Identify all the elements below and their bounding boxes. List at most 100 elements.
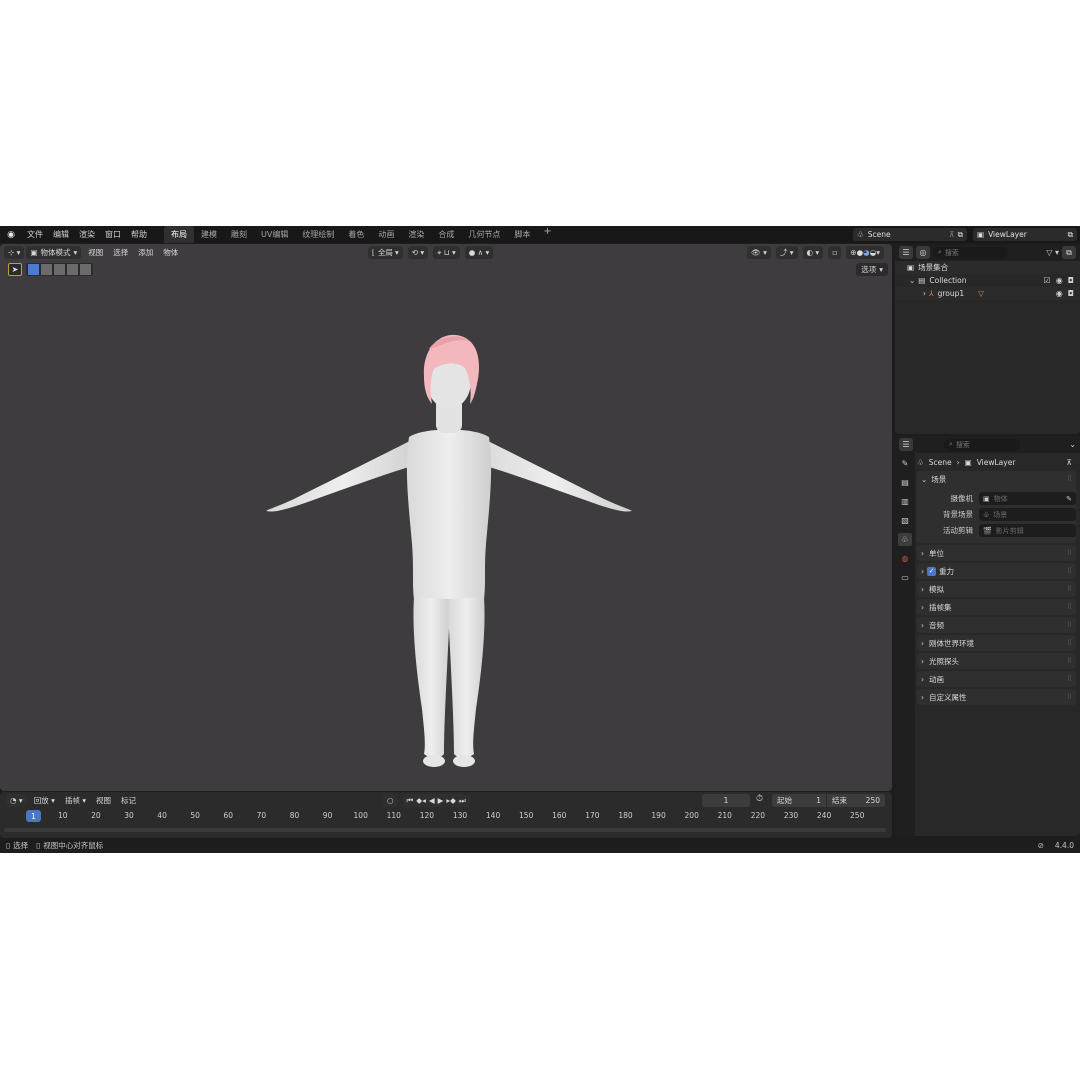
timeline-scrollbar[interactable] (4, 828, 886, 832)
select-subtract-icon[interactable] (54, 264, 65, 275)
editor-type-icon[interactable]: ⊹ ▾ (4, 246, 25, 259)
scene-tab-icon[interactable]: ♧ (898, 533, 912, 546)
select-extend-icon[interactable] (41, 264, 52, 275)
world-tab-icon[interactable]: ◍ (898, 552, 912, 565)
drag-handle-icon[interactable]: ⠿ (1067, 585, 1072, 593)
end-frame-field[interactable]: 结束 250 (827, 794, 885, 807)
view-layer-tab-icon[interactable]: ▧ (898, 514, 912, 527)
tree-item-group1[interactable]: › ⅄ group1 ▽ ◉ ◘ (895, 287, 1080, 300)
menu-render[interactable]: 渲染 (74, 226, 100, 243)
background-scene-field[interactable]: ♧ 场景 (979, 508, 1076, 521)
new-collection-icon[interactable]: ⧉ (1062, 246, 1076, 259)
next-keyframe-icon[interactable]: ▸◆ (446, 796, 456, 805)
scene-panel-header[interactable]: ⌄ 场景 ⠿ (917, 471, 1076, 487)
tab-animation[interactable]: 动画 (371, 226, 401, 243)
tab-texture-paint[interactable]: 纹理绘制 (295, 226, 341, 243)
collection-tab-icon[interactable]: ▭ (898, 571, 912, 584)
tree-item-collection[interactable]: ⌄ ▤ Collection ☑ ◉ ◘ (895, 274, 1080, 287)
xray-toggle[interactable]: ▫ (828, 246, 842, 259)
start-frame-field[interactable]: 起始 1 (772, 794, 826, 807)
drag-handle-icon[interactable]: ⠿ (1067, 693, 1072, 701)
menu-keying[interactable]: 插帧 ▾ (60, 795, 91, 806)
menu-edit[interactable]: 编辑 (48, 226, 74, 243)
editor-type-icon[interactable]: ☰ (899, 438, 913, 451)
tab-layout[interactable]: 布局 (164, 226, 194, 243)
add-workspace-icon[interactable]: + (537, 226, 557, 243)
play-icon[interactable]: ▶ (438, 796, 444, 805)
menu-marker[interactable]: 标记 (116, 795, 141, 806)
tab-uv-editing[interactable]: UV编辑 (254, 226, 295, 243)
filter-icon[interactable]: ▽ ▾ (1046, 248, 1059, 257)
outliner-search[interactable]: ⌕ 搜索 (933, 246, 1008, 259)
select-tool-icon[interactable]: ➤ (8, 263, 22, 276)
tree-item-scene-collection[interactable]: ▣ 场景集合 (895, 261, 1080, 274)
scene-selector[interactable]: ♧ Scene ⊼ ⧉ (853, 228, 967, 241)
camera-field[interactable]: ▣ 物体 ✎ (979, 492, 1076, 505)
active-clip-field[interactable]: 🎬 影片剪辑 (979, 524, 1076, 537)
snap-toggle[interactable]: ⌖ ⊔ ▾ (433, 246, 460, 259)
chevron-down-icon[interactable]: ⌄ (1069, 440, 1076, 449)
3d-viewport[interactable]: ⊹ ▾ ▣ 物体模式 ▾ 视图 选择 添加 物体 ⌊ 全局 ▾ ⟲ ▾ ⌖ ⊔ … (0, 244, 892, 791)
render-tab-icon[interactable]: ▤ (898, 476, 912, 489)
drag-handle-icon[interactable]: ⠿ (1067, 675, 1072, 683)
rigid-body-world-panel[interactable]: › 刚体世界环境 ⠿ (917, 635, 1076, 651)
drag-handle-icon[interactable]: ⠿ (1067, 603, 1072, 611)
menu-add[interactable]: 添加 (133, 247, 158, 258)
pin-icon[interactable]: ⊼ (1067, 458, 1073, 467)
tab-sculpting[interactable]: 雕刻 (224, 226, 254, 243)
light-probes-panel[interactable]: › 光照探头 ⠿ (917, 653, 1076, 669)
tab-shading[interactable]: 着色 (341, 226, 371, 243)
simulation-panel[interactable]: › 模拟 ⠿ (917, 581, 1076, 597)
gravity-panel[interactable]: › ✓ 重力 ⠿ (917, 563, 1076, 579)
eyedropper-icon[interactable]: ✎ (1066, 495, 1072, 503)
display-mode-icon[interactable]: ◎ (916, 246, 930, 259)
select-intersect-icon[interactable] (80, 264, 91, 275)
drag-handle-icon[interactable]: ⠿ (1067, 567, 1072, 575)
tab-modeling[interactable]: 建模 (194, 226, 224, 243)
menu-playback[interactable]: 回放 ▾ (29, 795, 60, 806)
editor-type-icon[interactable]: ☰ (899, 246, 913, 259)
select-new-icon[interactable] (28, 264, 39, 275)
new-scene-icon[interactable]: ⧉ (958, 230, 963, 240)
jump-start-icon[interactable]: ⏮ (407, 796, 414, 806)
properties-search[interactable]: ⌕ 搜索 (944, 438, 1020, 451)
keying-sets-panel[interactable]: › 插帧集 ⠿ (917, 599, 1076, 615)
shading-modes[interactable]: ⊕ ● ◕ ◒ ▾ (846, 246, 884, 259)
stopwatch-icon[interactable]: ⏱ (756, 794, 763, 804)
drag-handle-icon[interactable]: ⠿ (1067, 621, 1072, 629)
prev-keyframe-icon[interactable]: ◆◂ (416, 796, 426, 805)
auto-keying-icon[interactable]: ○ (383, 794, 398, 807)
new-view-layer-icon[interactable]: ⧉ (1068, 230, 1073, 240)
pin-icon[interactable]: ⊼ (949, 230, 955, 239)
audio-panel[interactable]: › 音频 ⠿ (917, 617, 1076, 633)
units-panel[interactable]: › 单位 ⠿ (917, 545, 1076, 561)
tool-tab-icon[interactable]: ✎ (898, 457, 912, 470)
menu-window[interactable]: 窗口 (100, 226, 126, 243)
current-frame-field[interactable]: 1 (702, 794, 750, 807)
expand-icon[interactable]: ⌄ (909, 276, 915, 285)
visibility-dropdown[interactable]: 👁 ▾ (747, 246, 771, 259)
drag-handle-icon[interactable]: ⠿ (1067, 549, 1072, 557)
transform-orientation-dropdown[interactable]: ⌊ 全局 ▾ (368, 246, 403, 259)
timeline-editor[interactable]: ◔ ▾ 回放 ▾ 插帧 ▾ 视图 标记 ○ ⏮ ◆◂ ◀ ▶ ▸◆ ⏭ 1 ⏱ … (0, 792, 892, 838)
custom-properties-panel[interactable]: › 自定义属性 ⠿ (917, 689, 1076, 705)
menu-object[interactable]: 物体 (158, 247, 183, 258)
play-reverse-icon[interactable]: ◀ (429, 796, 435, 805)
output-tab-icon[interactable]: ▥ (898, 495, 912, 508)
drag-handle-icon[interactable]: ⠿ (1067, 639, 1072, 647)
eye-icon[interactable]: ◉ (1056, 276, 1063, 285)
editor-type-icon[interactable]: ◔ ▾ (6, 794, 27, 807)
camera-icon[interactable]: ◘ (1068, 276, 1074, 285)
options-dropdown[interactable]: 选项 ▾ (856, 263, 888, 276)
menu-view[interactable]: 视图 (83, 247, 108, 258)
proportional-edit-toggle[interactable]: ● ∧ ▾ (464, 246, 494, 259)
menu-file[interactable]: 文件 (22, 226, 48, 243)
tab-geometry-nodes[interactable]: 几何节点 (461, 226, 507, 243)
menu-view[interactable]: 视图 (91, 795, 116, 806)
tab-compositing[interactable]: 合成 (431, 226, 461, 243)
drag-handle-icon[interactable]: ⠿ (1067, 475, 1072, 483)
tab-rendering[interactable]: 渲染 (401, 226, 431, 243)
jump-end-icon[interactable]: ⏭ (459, 796, 466, 806)
select-invert-icon[interactable] (67, 264, 78, 275)
expand-icon[interactable]: › (923, 289, 926, 298)
